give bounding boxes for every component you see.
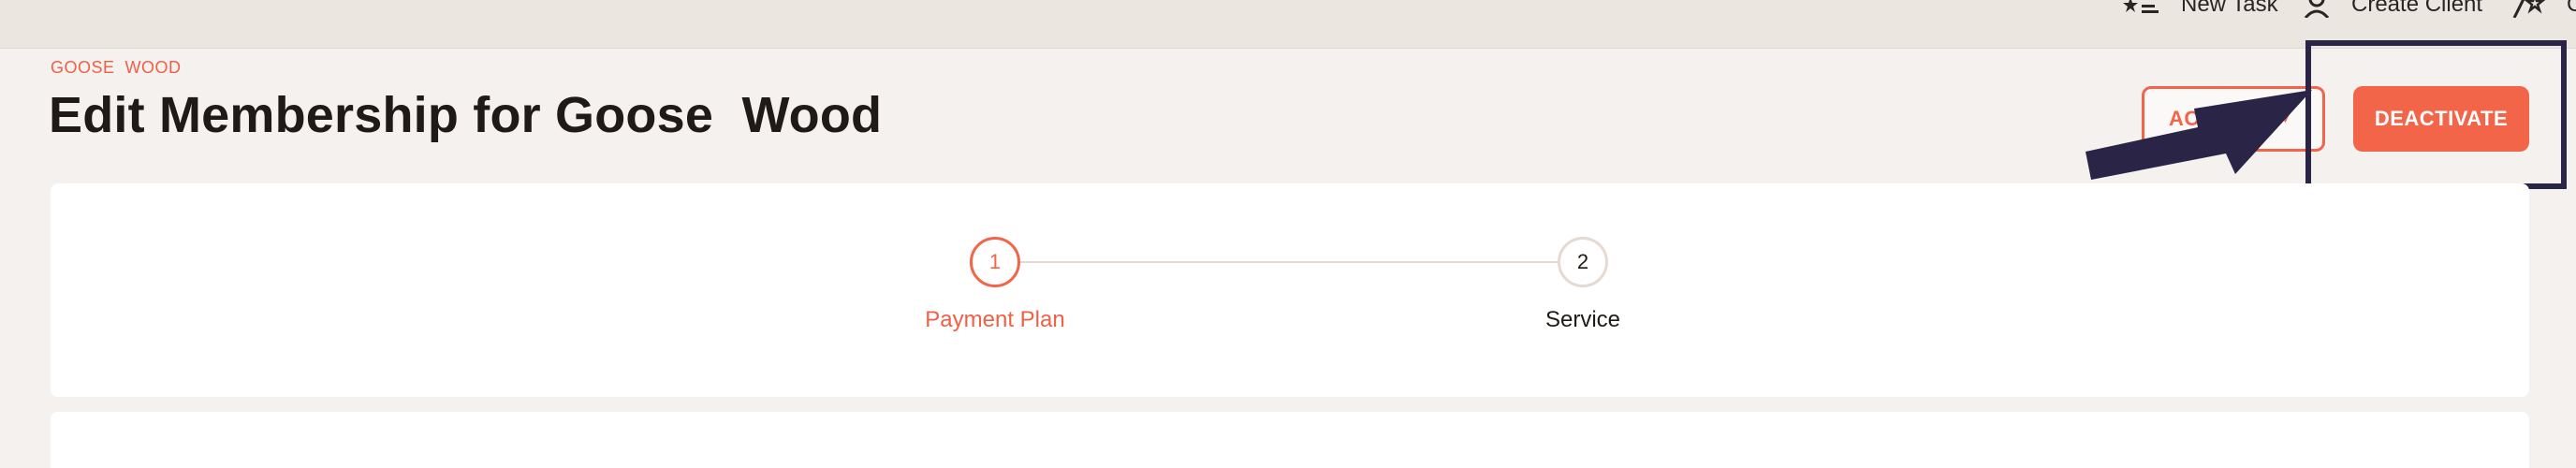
page-title: Edit Membership for Goose Wood	[49, 87, 883, 143]
new-task-label: New Task	[2181, 0, 2278, 17]
step-2-number: 2	[1576, 250, 1589, 273]
wand-star-icon	[2512, 0, 2546, 18]
star-list-icon	[2123, 0, 2160, 18]
create-client-label: Create Client	[2351, 0, 2483, 17]
step-1-label[interactable]: Payment Plan	[925, 307, 1064, 333]
stepper-card	[51, 183, 2529, 397]
breadcrumb[interactable]: GOOSE WOOD	[51, 58, 182, 78]
new-task-action[interactable]: New Task	[2123, 0, 2278, 19]
step-2-indicator[interactable]: 2	[1558, 237, 1608, 287]
third-action[interactable]: C	[2512, 0, 2576, 19]
content-card	[51, 412, 2529, 468]
third-action-label: C	[2567, 0, 2576, 17]
stepper-connector	[1020, 261, 1559, 263]
top-bar: New Task Create Client C	[0, 0, 2576, 49]
step-1-number: 1	[988, 250, 1002, 273]
step-2-label[interactable]: Service	[1545, 307, 1620, 333]
step-1-indicator[interactable]: 1	[970, 237, 1020, 287]
create-client-action[interactable]: Create Client	[2303, 0, 2482, 19]
pointer-arrow-icon	[2086, 90, 2348, 197]
user-icon	[2303, 0, 2331, 18]
